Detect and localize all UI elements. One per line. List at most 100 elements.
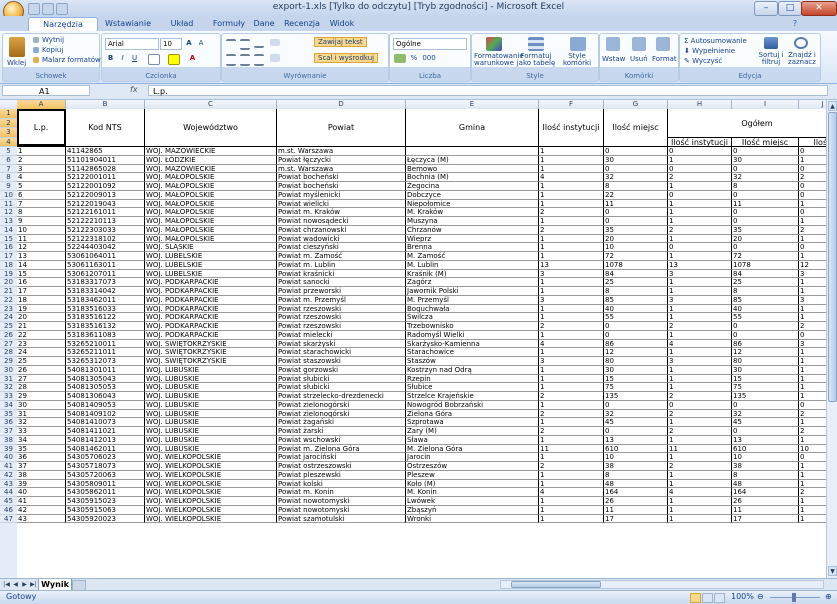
cell-ilosc-instytucji[interactable]: 4	[539, 488, 604, 497]
cell-gmina[interactable]: Bochnia (M)	[406, 173, 539, 182]
align-middle-icon[interactable]	[240, 39, 250, 50]
cell-powiat[interactable]: Powiat rzeszowski	[277, 304, 406, 314]
cell-wojewodztwo[interactable]: WOJ. WIELKOPOLSKIE	[145, 505, 277, 515]
row-header[interactable]: 23	[0, 305, 17, 314]
cell-wojewodztwo[interactable]: WOJ. MAŁOPOLSKIE	[145, 199, 277, 209]
cell-ogolem-miejsc[interactable]: 84	[732, 269, 799, 279]
cell-wojewodztwo[interactable]: WOJ. PODKARPACKIE	[145, 330, 277, 340]
help-icon[interactable]: ?	[790, 17, 800, 30]
cell-powiat[interactable]: Powiat bocheński	[277, 173, 406, 182]
cell-powiat[interactable]: Powiat kraśnicki	[277, 269, 406, 279]
cell-wojewodztwo[interactable]: WOJ. MAŁOPOLSKIE	[145, 234, 277, 244]
cell-lp[interactable]: 16	[17, 278, 66, 287]
cell-ogolem-instytucji[interactable]: 1	[668, 234, 732, 244]
cell-ilosc-instytucji[interactable]: 1	[539, 278, 604, 287]
cell-ogolem-j[interactable]: 0	[799, 453, 826, 462]
cell-kod-nts[interactable]: 41142865	[66, 147, 145, 156]
cell-powiat[interactable]: m.st. Warszawa	[277, 164, 406, 174]
cell-ogolem-j[interactable]: 1	[799, 313, 826, 322]
cell-kod-nts[interactable]: 53183516033	[66, 304, 145, 314]
cell-kod-nts[interactable]: 53183516122	[66, 313, 145, 322]
cell-powiat[interactable]: Powiat starachowicki	[277, 348, 406, 357]
tab-page-layout[interactable]: Układ strony	[158, 17, 206, 41]
cell-lp[interactable]: 21	[17, 322, 66, 331]
cell-powiat[interactable]: Powiat m. Lublin	[277, 260, 406, 270]
cell-ilosc-miejsc[interactable]: 15	[604, 374, 668, 384]
cell-ogolem-j[interactable]: 0	[799, 191, 826, 200]
row-header[interactable]: 20	[0, 278, 17, 287]
cell-ilosc-instytucji[interactable]: 1	[539, 383, 604, 392]
cell-lp[interactable]: 14	[17, 260, 66, 270]
fill-button[interactable]: ⬇ Wypełnienie	[684, 47, 735, 55]
cell-ilosc-miejsc[interactable]: 10	[604, 453, 668, 462]
clear-button[interactable]: ✎ Wyczyść	[684, 57, 722, 65]
cell-ogolem-j[interactable]: 2	[799, 226, 826, 235]
cell-wojewodztwo[interactable]: WOJ. ŚWIĘTOKRZYSKIE	[145, 348, 277, 357]
horizontal-scroll-thumb[interactable]	[511, 581, 601, 588]
cell-ogolem-instytucji[interactable]: 1	[668, 348, 732, 357]
cell-ogolem-miejsc[interactable]: 32	[732, 409, 799, 419]
maximize-button[interactable]: □	[778, 1, 802, 16]
paste-button[interactable]: Wklej	[7, 59, 26, 67]
cell-gmina[interactable]: Wronki	[406, 514, 539, 524]
cell-ogolem-instytucji[interactable]: 1	[668, 199, 732, 209]
cell-ogolem-instytucji[interactable]: 1	[668, 278, 732, 287]
row-header[interactable]: 26	[0, 331, 17, 340]
cell-wojewodztwo[interactable]: WOJ. PODKARPACKIE	[145, 313, 277, 322]
cell-gmina[interactable]: M. Przemyśl	[406, 295, 539, 305]
cell-ilosc-miejsc[interactable]: 30	[604, 155, 668, 165]
cell-kod-nts[interactable]: 52122303033	[66, 225, 145, 235]
align-bottom-icon[interactable]	[254, 39, 264, 48]
cell-ilosc-instytucji[interactable]: 1	[539, 400, 604, 410]
cell-ogolem-j[interactable]: 0	[799, 165, 826, 174]
cell-gmina[interactable]: Boguchwała	[406, 304, 539, 314]
cell-ogolem-j[interactable]: 3	[799, 296, 826, 305]
cell-ilosc-miejsc[interactable]: 610	[604, 444, 668, 454]
cell-lp[interactable]: 17	[17, 287, 66, 296]
row-header[interactable]: 14	[0, 226, 17, 235]
delete-cells-button[interactable]: Usuń	[630, 55, 648, 63]
name-box[interactable]: A1	[2, 85, 90, 96]
cell-ogolem-instytucji[interactable]: 1	[668, 479, 732, 489]
row-header[interactable]: 44	[0, 488, 17, 497]
cell-powiat[interactable]: Powiat wielicki	[277, 199, 406, 209]
row-header[interactable]: 8	[0, 173, 17, 182]
cell-gmina[interactable]: Lwówek	[406, 497, 539, 506]
find-select-button[interactable]: Znajdź i zaznacz	[786, 52, 818, 66]
cell-ogolem-miejsc[interactable]: 72	[732, 252, 799, 261]
cell-ogolem-instytucji[interactable]: 1	[668, 287, 732, 296]
cell-ogolem-miejsc[interactable]: 85	[732, 295, 799, 305]
cell-kod-nts[interactable]: 53183317073	[66, 278, 145, 287]
cell-wojewodztwo[interactable]: WOJ. ŁÓDZKIE	[145, 155, 277, 165]
cell-powiat[interactable]: Powiat rzeszowski	[277, 313, 406, 322]
cell-powiat[interactable]: Powiat sanocki	[277, 278, 406, 287]
cell-ogolem-miejsc[interactable]: 48	[732, 479, 799, 489]
row-header[interactable]: 19	[0, 270, 17, 279]
zoom-out-icon[interactable]: ⊖	[757, 592, 764, 601]
cell-kod-nts[interactable]: 53061207011	[66, 269, 145, 279]
fill-color-icon[interactable]	[168, 54, 180, 65]
cell-ogolem-instytucji[interactable]: 1	[668, 514, 732, 524]
cell-ogolem-miejsc[interactable]: 0	[732, 147, 799, 156]
cell-powiat[interactable]: Powiat pleszewski	[277, 470, 406, 480]
column-header-f[interactable]: F	[539, 100, 604, 109]
cell-gmina[interactable]: Słubice	[406, 383, 539, 392]
cell-wojewodztwo[interactable]: WOJ. WIELKOPOLSKIE	[145, 453, 277, 462]
cell-wojewodztwo[interactable]: WOJ. WIELKOPOLSKIE	[145, 470, 277, 480]
row-header[interactable]: 28	[0, 348, 17, 357]
cell-ilosc-miejsc[interactable]: 38	[604, 462, 668, 471]
cell-wojewodztwo[interactable]: WOJ. MAZOWIECKIE	[145, 164, 277, 174]
zoom-in-icon[interactable]: ⊕	[825, 592, 832, 601]
cell-ogolem-miejsc[interactable]: 75	[732, 383, 799, 392]
cell-ogolem-miejsc[interactable]: 80	[732, 357, 799, 366]
cell-ogolem-miejsc[interactable]: 10	[732, 453, 799, 462]
cell-ilosc-miejsc[interactable]: 20	[604, 234, 668, 244]
cell-ilosc-miejsc[interactable]: 0	[604, 400, 668, 410]
cell-ogolem-instytucji[interactable]: 3	[668, 269, 732, 279]
cell-powiat[interactable]: Powiat wschowski	[277, 435, 406, 445]
cell-kod-nts[interactable]: 51142865028	[66, 164, 145, 174]
cell-ogolem-instytucji[interactable]: 0	[668, 190, 732, 200]
cell-kod-nts[interactable]: 52122161011	[66, 208, 145, 217]
cell-powiat[interactable]: Powiat cieszyński	[277, 243, 406, 252]
cell-ilosc-instytucji[interactable]: 1	[539, 287, 604, 296]
